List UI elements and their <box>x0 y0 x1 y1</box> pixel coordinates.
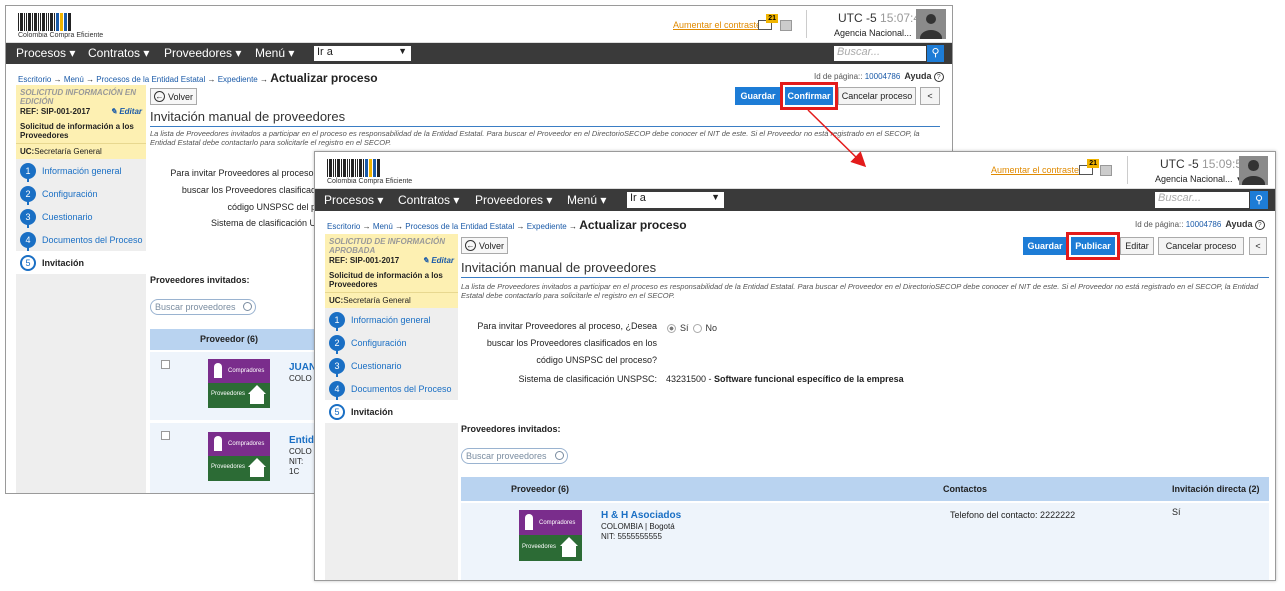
annotation-arrow <box>807 109 867 168</box>
